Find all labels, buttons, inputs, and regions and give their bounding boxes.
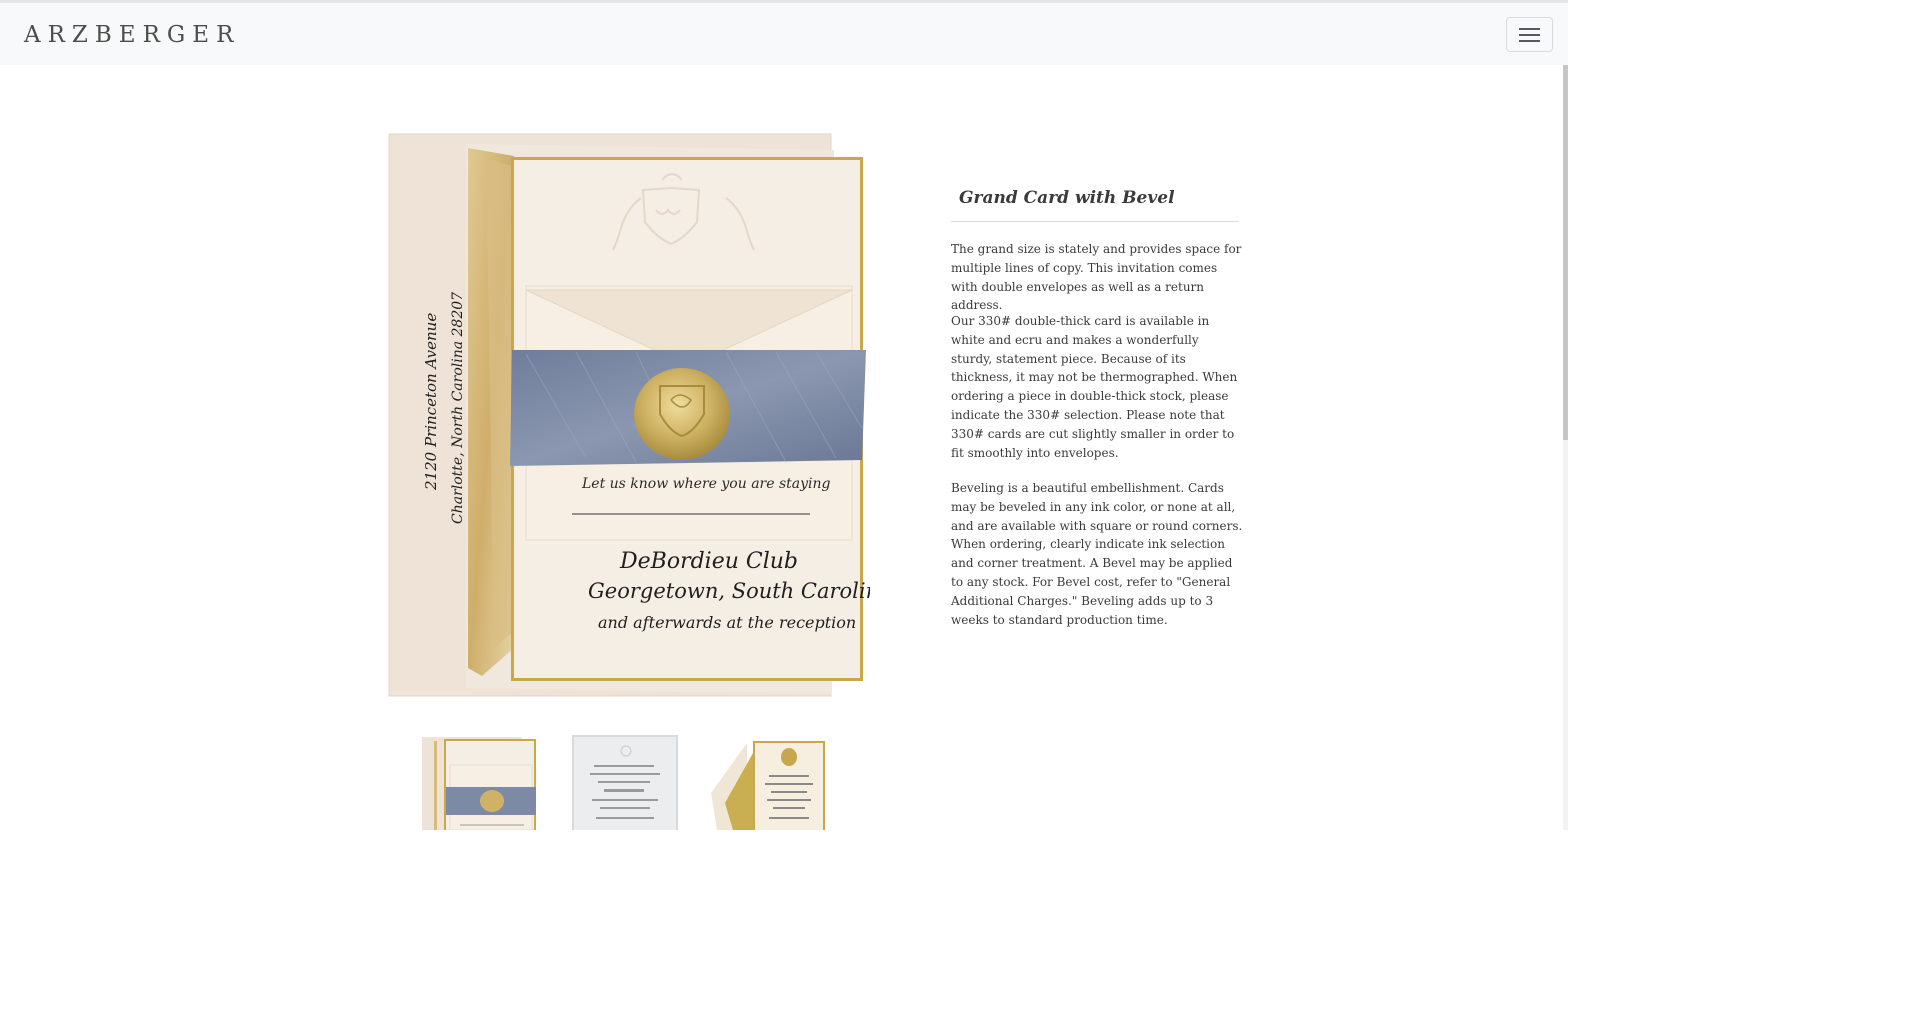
venue-line-1: DeBordieu Club xyxy=(619,549,798,574)
description-paragraph-1: The grand size is stately and provides s… xyxy=(951,242,1242,313)
product-main-image: Let us know where you are staying DeBord… xyxy=(386,128,892,702)
thumbnail-white-card[interactable] xyxy=(570,733,690,830)
venue-line-3: and afterwards at the reception xyxy=(598,613,856,632)
thumbnail-blue-ribbon-suite[interactable] xyxy=(420,733,540,830)
scrollbar-thumb[interactable] xyxy=(1563,65,1568,440)
navbar: ARZBERGER xyxy=(0,3,1568,65)
brand-logo[interactable]: ARZBERGER xyxy=(24,23,240,47)
menu-toggle-button[interactable] xyxy=(1506,17,1553,52)
venue-line-2: Georgetown, South Carolina xyxy=(588,579,870,603)
title-divider xyxy=(951,221,1239,222)
description-paragraph-2: Our 330# double-thick card is available … xyxy=(951,314,1238,460)
thumbnail-gold-crest-card[interactable] xyxy=(707,733,827,830)
envelope-address-line-1: 2120 Princeton Avenue xyxy=(422,313,440,491)
envelope-address-line-2: Charlotte, North Carolina 28207 xyxy=(450,292,466,524)
hamburger-icon xyxy=(1519,28,1540,30)
description-paragraph-3: Beveling is a beautiful embellishment. C… xyxy=(951,481,1243,627)
product-title: Grand Card with Bevel xyxy=(959,188,1175,208)
scrollbar[interactable] xyxy=(1563,65,1568,830)
hamburger-icon-bar xyxy=(1519,34,1540,36)
hamburger-icon-bar xyxy=(1519,40,1540,42)
rsvp-text: Let us know where you are staying xyxy=(581,476,831,492)
